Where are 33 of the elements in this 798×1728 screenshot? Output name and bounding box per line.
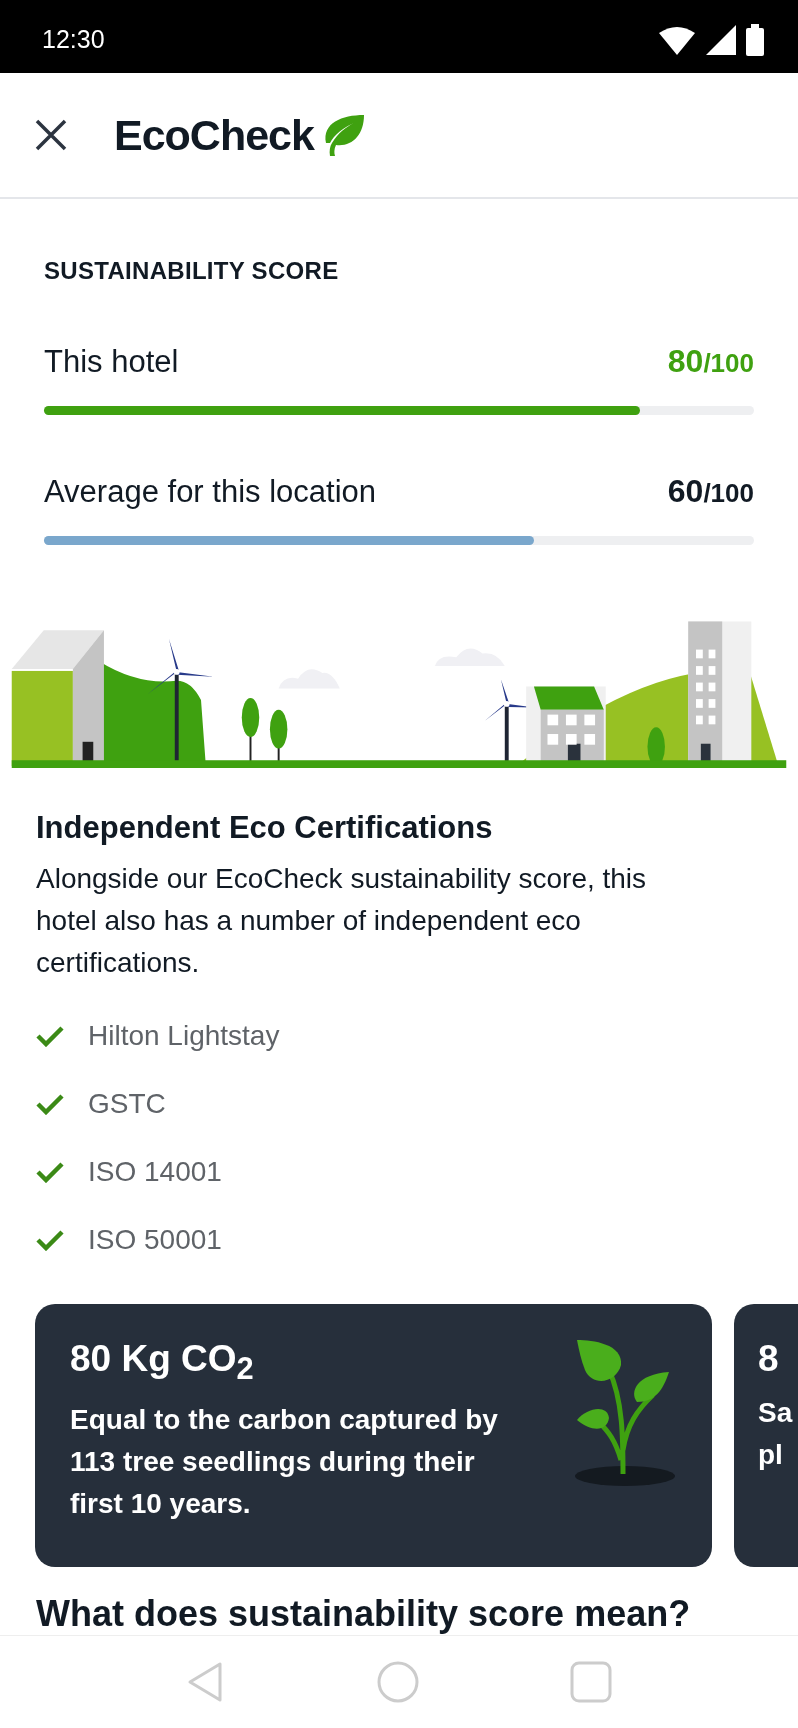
- check-icon: [36, 1229, 64, 1251]
- section-heading: What does sustainability score mean?: [36, 1593, 692, 1635]
- card-title: 80 Kg CO$_{2}$: [70, 1338, 255, 1388]
- score-value: 60: [667, 473, 704, 509]
- intro-paragraph: Alongside our EcoCheck sustainability score, this hotel also has a number of independent eco certifications.: [36, 862, 648, 980]
- card-text-line: Sa: [758, 1396, 793, 1430]
- wifi-icon: [658, 24, 696, 55]
- score-total: /100: [703, 478, 754, 508]
- battery-icon: [746, 23, 764, 56]
- section-title: SUSTAINABILITY SCORE: [44, 257, 340, 285]
- certification-name: GSTC: [88, 1088, 166, 1120]
- score-value: 80: [667, 343, 704, 379]
- score-label: This hotel: [44, 344, 179, 380]
- card-title: 8: [758, 1338, 780, 1380]
- check-icon: [36, 1025, 64, 1047]
- certification-name: ISO 50001: [88, 1224, 222, 1256]
- card-text-line: 113 tree seedlings during their: [70, 1445, 476, 1480]
- card-text-line: Equal to the carbon captured by: [70, 1403, 498, 1438]
- close-icon[interactable]: [34, 118, 68, 152]
- card-text-line: pl: [758, 1438, 784, 1472]
- status-time: 12:30: [42, 24, 105, 54]
- signal-icon: [706, 24, 736, 55]
- app-logo: EcoCheck: [114, 110, 314, 160]
- certification-name: Hilton Lightstay: [88, 1020, 280, 1052]
- home-icon[interactable]: [377, 1661, 419, 1703]
- check-icon: [36, 1161, 64, 1183]
- check-icon: [36, 1093, 64, 1115]
- card-text-line: first 10 years.: [70, 1487, 252, 1522]
- certification-name: ISO 14001: [88, 1156, 222, 1188]
- score-total: /100: [703, 348, 754, 378]
- section-heading: Independent Eco Certifications: [36, 810, 494, 846]
- recents-icon[interactable]: [570, 1661, 613, 1703]
- score-label: Average for this location: [44, 474, 376, 510]
